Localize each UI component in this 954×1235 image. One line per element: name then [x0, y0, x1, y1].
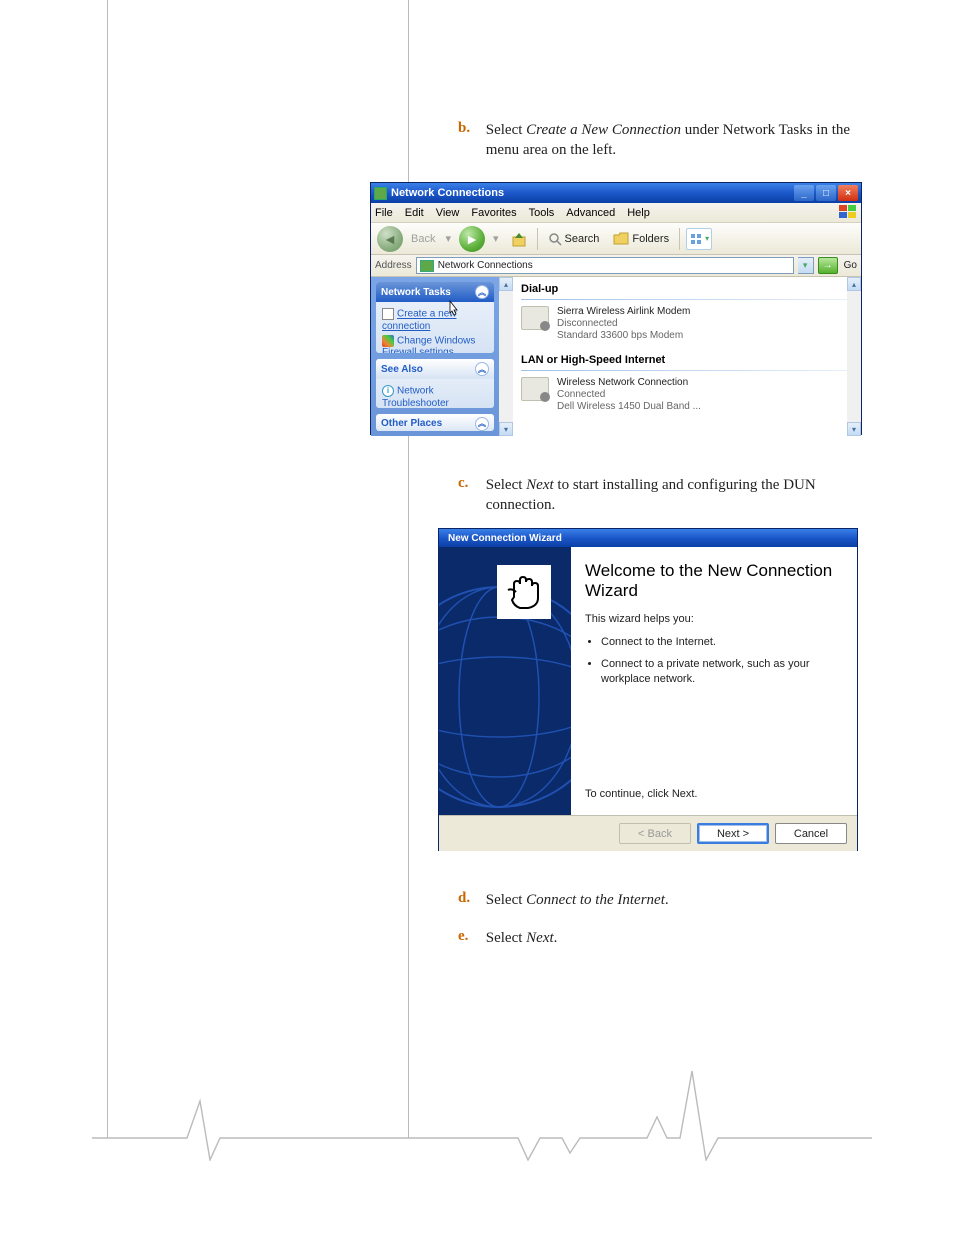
steps-de: d. Select Connect to the Internet. e. Se…: [458, 890, 868, 967]
wizard-content: Welcome to the New Connection Wizard Thi…: [571, 547, 857, 815]
troubleshooter-link[interactable]: iNetwork Troubleshooter: [382, 385, 488, 408]
menu-advanced[interactable]: Advanced: [566, 207, 615, 219]
side-panel: Network Tasks ︽ Create a new connection …: [371, 277, 499, 436]
tasks-panel-header[interactable]: Network Tasks ︽: [376, 282, 494, 302]
seealso-panel-header[interactable]: See Also ︽: [376, 359, 494, 379]
menu-file[interactable]: File: [375, 207, 393, 219]
menu-view[interactable]: View: [436, 207, 460, 219]
left-margin-rule: [107, 0, 108, 1138]
minimize-button[interactable]: _: [794, 185, 814, 201]
back-label: Back: [409, 233, 437, 245]
forward-button[interactable]: ►: [459, 226, 485, 252]
menu-edit[interactable]: Edit: [405, 207, 424, 219]
folders-button[interactable]: Folders: [609, 232, 673, 245]
back-button[interactable]: ◄: [377, 226, 403, 252]
step-b: b. Select Create a New Connection under …: [458, 120, 868, 179]
window-icon: [374, 187, 387, 200]
wizard-hand-icon: [497, 565, 551, 619]
wizard-intro: This wizard helps you:: [585, 613, 843, 625]
address-label: Address: [375, 260, 412, 271]
wizard-bullet-2: Connect to a private network, such as yo…: [601, 657, 843, 686]
left-scrollbar[interactable]: ▴▾: [499, 277, 513, 436]
wizard-sidebar: [439, 547, 571, 815]
collapse-icon[interactable]: ︽: [475, 285, 489, 299]
address-icon: [420, 260, 434, 272]
menu-tools[interactable]: Tools: [529, 207, 555, 219]
step-c: c. Select Next to start installing and c…: [458, 475, 868, 534]
menu-favorites[interactable]: Favorites: [471, 207, 516, 219]
step-d-letter: d.: [458, 890, 482, 907]
step-b-text: Select Create a New Connection under Net…: [486, 120, 866, 161]
address-dropdown[interactable]: ▾: [798, 257, 814, 274]
step-d-text: Select Connect to the Internet.: [486, 890, 866, 910]
go-button[interactable]: →: [818, 257, 838, 274]
lan-header: LAN or High-Speed Internet: [521, 354, 853, 366]
step-c-letter: c.: [458, 475, 482, 492]
lan-item[interactable]: Wireless Network Connection Connected De…: [521, 377, 853, 413]
maximize-button[interactable]: □: [816, 185, 836, 201]
step-e-text: Select Next.: [486, 928, 866, 948]
back-button: < Back: [619, 823, 691, 844]
network-connections-window: Network Connections _ □ × File Edit View…: [370, 182, 862, 435]
menu-help[interactable]: Help: [627, 207, 650, 219]
wizard-button-bar: < Back Next > Cancel: [439, 815, 857, 851]
step-b-letter: b.: [458, 120, 482, 137]
other-panel-header[interactable]: Other Places ︽: [376, 414, 494, 431]
mid-margin-rule: [408, 0, 409, 1138]
wireless-icon: [521, 377, 549, 401]
titlebar[interactable]: Network Connections _ □ ×: [371, 183, 861, 203]
windows-flag-icon: [839, 205, 857, 219]
search-button[interactable]: Search: [544, 232, 604, 246]
create-connection-link[interactable]: Create a new connection: [382, 308, 488, 333]
new-connection-wizard-window: New Connection Wizard Welcome to the New…: [438, 528, 858, 851]
firewall-link[interactable]: Change Windows Firewall settings: [382, 335, 488, 354]
wizard-title: New Connection Wizard: [442, 533, 854, 544]
modem-icon: [521, 306, 549, 330]
wizard-continue: To continue, click Next.: [585, 788, 698, 800]
ecg-footer-decoration: [92, 1061, 872, 1161]
go-label: Go: [842, 260, 857, 271]
address-input[interactable]: Network Connections: [416, 257, 794, 274]
wizard-bullet-1: Connect to the Internet.: [601, 635, 843, 649]
dialup-item[interactable]: Sierra Wireless Airlink Modem Disconnect…: [521, 306, 853, 342]
cancel-button[interactable]: Cancel: [775, 823, 847, 844]
dialup-header: Dial-up: [521, 283, 853, 295]
wizard-heading: Welcome to the New Connection Wizard: [585, 561, 843, 601]
collapse-icon[interactable]: ︽: [475, 362, 489, 376]
close-button[interactable]: ×: [838, 185, 858, 201]
step-e-letter: e.: [458, 928, 482, 945]
menu-bar: File Edit View Favorites Tools Advanced …: [371, 203, 861, 223]
up-button[interactable]: [507, 227, 531, 251]
address-bar: Address Network Connections ▾ → Go: [371, 255, 861, 277]
window-title: Network Connections: [391, 187, 794, 199]
step-c-text: Select Next to start installing and conf…: [486, 475, 866, 516]
right-scrollbar[interactable]: ▴▾: [847, 277, 861, 436]
next-button[interactable]: Next >: [697, 823, 769, 844]
main-content: Dial-up Sierra Wireless Airlink Modem Di…: [513, 277, 861, 436]
collapse-icon[interactable]: ︽: [475, 417, 489, 431]
toolbar: ◄ Back ▾ ► ▾ Search Folders: [371, 223, 861, 255]
wizard-titlebar[interactable]: New Connection Wizard: [439, 529, 857, 547]
views-button[interactable]: ▾: [686, 228, 712, 250]
